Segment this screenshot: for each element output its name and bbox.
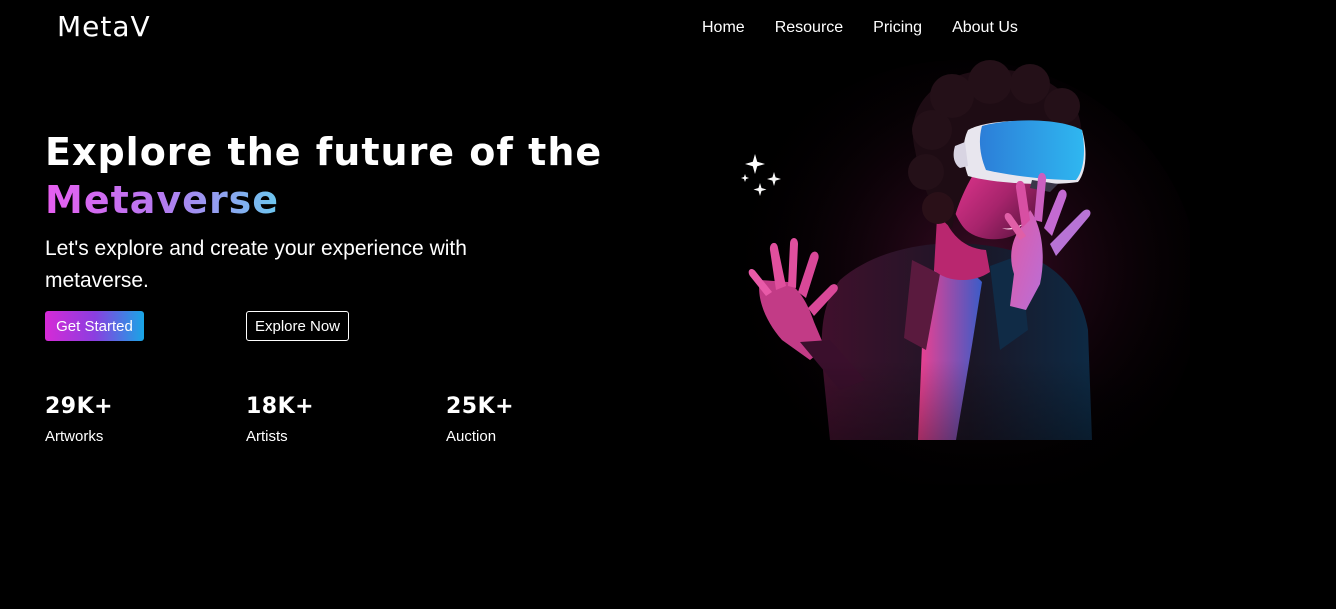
brand-logo[interactable]: MetaV — [57, 10, 151, 44]
stat-label: Artists — [246, 428, 288, 445]
get-started-button[interactable]: Get Started — [45, 311, 144, 341]
vr-user-illustration — [690, 60, 1190, 609]
nav-item-home[interactable]: Home — [702, 18, 745, 38]
hero-subtitle: Let's explore and create your experience… — [45, 237, 467, 292]
stat-artworks: 29K+ Artworks — [45, 394, 113, 446]
nav-item-resource[interactable]: Resource — [775, 18, 843, 38]
stat-value: 25K+ — [446, 394, 515, 419]
stat-label: Artworks — [45, 428, 104, 445]
stat-auction: 25K+ Auction — [446, 394, 514, 446]
nav-item-pricing[interactable]: Pricing — [873, 18, 922, 38]
nav-item-about-us[interactable]: About Us — [952, 18, 1018, 38]
main-nav: Home Resource Pricing About Us — [702, 18, 1018, 38]
hero-title-line: Explore the future of the — [45, 130, 603, 174]
stat-value: 18K+ — [246, 394, 315, 419]
stat-label: Auction — [446, 428, 497, 445]
hero-title: Explore the future of the Metaverse — [45, 128, 602, 224]
hero-title-accent: Metaverse — [45, 178, 280, 222]
stat-artists: 18K+ Artists — [246, 394, 314, 446]
explore-now-button[interactable]: Explore Now — [246, 311, 349, 341]
landing-page: MetaV Home Resource Pricing About Us Exp… — [0, 0, 1336, 609]
stat-value: 29K+ — [45, 394, 114, 419]
